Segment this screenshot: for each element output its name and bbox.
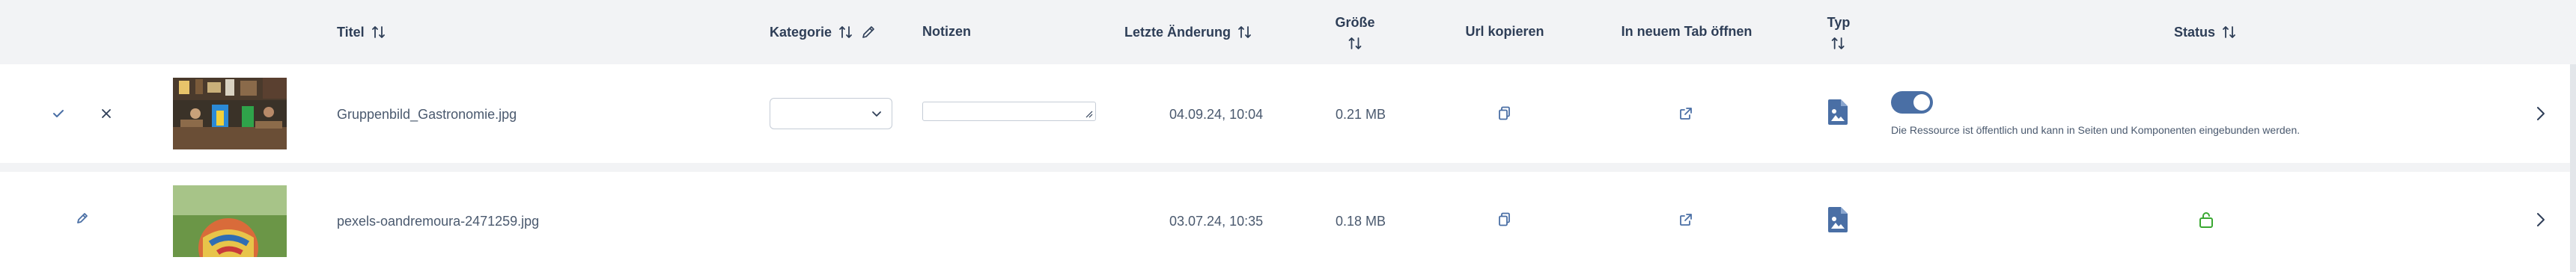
last-modified-date: 04.09.24, 10:04 — [1169, 107, 1264, 122]
category-select[interactable] — [770, 98, 892, 129]
column-last-modified[interactable]: Letzte Änderung — [1124, 24, 1253, 40]
last-modified-date: 03.07.24, 10:35 — [1169, 214, 1264, 229]
copy-icon[interactable] — [1496, 211, 1514, 229]
row-divider — [0, 163, 2576, 172]
image-file-icon — [1825, 205, 1851, 235]
column-title-label: Titel — [337, 24, 365, 40]
column-notes-label: Notizen — [922, 24, 971, 39]
thumbnail-image — [173, 185, 287, 257]
external-link-icon[interactable] — [1677, 105, 1695, 123]
column-size[interactable]: Größe — [1335, 15, 1375, 52]
thumbnail-image — [173, 78, 287, 149]
chevron-down-icon — [869, 106, 884, 121]
column-title[interactable]: Titel — [337, 24, 387, 40]
external-link-icon[interactable] — [1677, 211, 1695, 229]
column-category-label: Kategorie — [770, 24, 832, 40]
sort-icon[interactable] — [371, 24, 387, 40]
column-size-label: Größe — [1335, 15, 1375, 30]
resize-handle-icon[interactable] — [1085, 110, 1094, 119]
file-size: 0.21 MB — [1336, 107, 1386, 122]
status-toggle[interactable] — [1891, 91, 1933, 114]
notes-textarea[interactable] — [922, 102, 1096, 121]
pencil-icon[interactable] — [73, 209, 91, 227]
column-notes: Notizen — [922, 24, 971, 40]
column-type[interactable]: Typ — [1827, 15, 1851, 52]
sort-icon[interactable] — [838, 24, 854, 40]
column-type-label: Typ — [1827, 15, 1851, 30]
check-icon[interactable] — [49, 105, 67, 123]
chevron-right-icon[interactable] — [2532, 103, 2550, 124]
table-row[interactable]: pexels-oandremoura-2471259.jpg 03.07.24,… — [0, 172, 2576, 272]
sort-icon[interactable] — [1347, 35, 1363, 52]
column-copy-url: Url kopieren — [1465, 24, 1544, 40]
chevron-right-icon[interactable] — [2532, 209, 2550, 230]
column-last-modified-label: Letzte Änderung — [1124, 24, 1231, 40]
file-title[interactable]: Gruppenbild_Gastronomie.jpg — [337, 107, 517, 123]
column-status[interactable]: Status — [2174, 24, 2238, 40]
copy-icon[interactable] — [1496, 105, 1514, 123]
status-description: Die Ressource ist öffentlich und kann in… — [1891, 124, 2301, 136]
file-size: 0.18 MB — [1336, 214, 1386, 229]
sort-icon[interactable] — [2221, 24, 2238, 40]
sort-icon[interactable] — [1830, 35, 1847, 52]
pencil-icon[interactable] — [860, 24, 877, 40]
table-header: Titel Kategorie Notizen Letzte Änderung … — [0, 0, 2576, 64]
column-status-label: Status — [2174, 24, 2216, 40]
unlocked-icon — [2196, 209, 2216, 230]
close-icon[interactable] — [97, 105, 115, 123]
column-open-new-tab: In neuem Tab öffnen — [1622, 24, 1753, 40]
scrollbar[interactable] — [2570, 64, 2576, 272]
table-row[interactable]: Gruppenbild_Gastronomie.jpg 04.09.24, 10… — [0, 64, 2576, 163]
column-copy-url-label: Url kopieren — [1465, 24, 1544, 39]
sort-icon[interactable] — [1237, 24, 1253, 40]
column-category[interactable]: Kategorie — [770, 24, 877, 40]
image-file-icon — [1825, 97, 1851, 127]
file-title[interactable]: pexels-oandremoura-2471259.jpg — [337, 214, 539, 229]
column-open-new-tab-label: In neuem Tab öffnen — [1621, 24, 1753, 39]
